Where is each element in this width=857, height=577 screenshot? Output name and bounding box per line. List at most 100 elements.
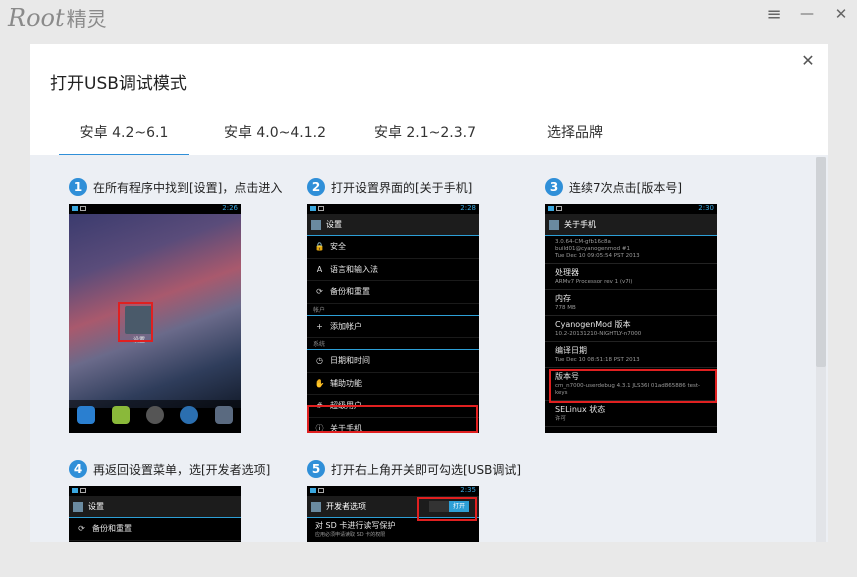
step-number: 1 bbox=[69, 178, 87, 196]
settings-row-backup: ⟳ 备份和重置 bbox=[307, 281, 479, 304]
scrollbar-thumb[interactable] bbox=[816, 157, 826, 367]
lock-icon: 🔒 bbox=[314, 242, 325, 252]
step-text: 连续7次点击[版本号] bbox=[569, 180, 682, 195]
settings-icon bbox=[311, 219, 321, 230]
step-2: 2 打开设置界面的[关于手机] bbox=[307, 178, 472, 196]
row-label: 备份和重置 bbox=[330, 287, 370, 297]
highlight-box bbox=[417, 497, 477, 521]
message-icon bbox=[111, 406, 130, 424]
item-value: 许可 bbox=[555, 416, 567, 422]
item-key: 编译日期 bbox=[555, 346, 587, 355]
screen-title: 设置 bbox=[326, 220, 342, 229]
about-item-memory: 内存 778 MB bbox=[545, 290, 717, 316]
about-item-cm-version: CyanogenMod 版本 10.2-20131210-NIGHTLY-n700… bbox=[545, 316, 717, 342]
step-number: 4 bbox=[69, 460, 87, 478]
usb-debug-dialog: ✕ 打开USB调试模式 安卓 4.2~6.1 安卓 4.0~4.1.2 安卓 2… bbox=[30, 44, 828, 542]
android-version-tabs: 安卓 4.2~6.1 安卓 4.0~4.1.2 安卓 2.1~2.3.7 选择品… bbox=[30, 116, 828, 156]
item-value: Tue Dec 10 08:51:18 PST 2013 bbox=[555, 357, 640, 363]
camera-icon bbox=[214, 406, 233, 424]
status-time: 2:35 bbox=[460, 486, 476, 494]
kernel-info: 3.0.64-CM-gfb16c8a build01@cyanogenmod #… bbox=[545, 236, 717, 264]
developer-row: 对 SD 卡进行读写保护 应用必须申请读取 SD 卡的权限 bbox=[307, 518, 479, 540]
settings-row-add-account: + 添加帐户 bbox=[307, 316, 479, 338]
settings-row-backup: ⟳ 备份和重置 bbox=[69, 518, 241, 541]
about-item-selinux: SELinux 状态 许可 bbox=[545, 401, 717, 427]
settings-row-accessibility: ✋ 辅助功能 bbox=[307, 373, 479, 395]
settings-row-date-time: ◷ 日期和时间 bbox=[307, 350, 479, 373]
section-header-account: 帐户 bbox=[307, 304, 479, 316]
scrollbar[interactable] bbox=[816, 157, 826, 542]
apps-icon bbox=[145, 406, 164, 424]
row-label: 语言和输入法 bbox=[330, 264, 378, 274]
step-text: 在所有程序中找到[设置]，点击进入 bbox=[93, 180, 283, 195]
row-label: 备份和重置 bbox=[92, 524, 132, 534]
item-key: 内存 bbox=[555, 294, 571, 303]
about-item-cpu: 处理器 ARMv7 Processor rev 1 (v7l) bbox=[545, 264, 717, 290]
step-text: 打开右上角开关即可勾选[USB调试] bbox=[331, 462, 521, 477]
step-5: 5 打开右上角开关即可勾选[USB调试] bbox=[307, 460, 521, 478]
language-icon: A bbox=[316, 264, 323, 274]
row-label: 日期和时间 bbox=[330, 356, 370, 366]
status-time: 2:26 bbox=[222, 204, 238, 212]
screen-title: 设置 bbox=[88, 502, 104, 511]
step-text: 再返回设置菜单，选[开发者选项] bbox=[93, 462, 271, 477]
item-value: 778 MB bbox=[555, 305, 576, 311]
phone-screenshot-developer: 2:35 开发者选项 打开 对 SD 卡进行读写保护 应用必须申请读取 SD 卡… bbox=[307, 486, 479, 542]
browser-icon bbox=[180, 406, 199, 424]
plus-icon: + bbox=[316, 321, 323, 331]
phone-screenshot-settings: 2:28 设置 🔒 安全 A 语言和输入法 ⟳ 备份和重置 帐户 + 添加帐户 系统 ◷… bbox=[307, 204, 479, 433]
highlight-box bbox=[307, 405, 478, 433]
row-label: 添加帐户 bbox=[330, 321, 362, 331]
app-logo: Root 精灵 bbox=[8, 3, 107, 32]
item-value: ARMv7 Processor rev 1 (v7l) bbox=[555, 279, 633, 285]
item-value: 10.2-20131210-NIGHTLY-n7000 bbox=[555, 331, 642, 337]
settings-icon bbox=[311, 501, 321, 512]
screen-title: 关于手机 bbox=[564, 220, 596, 229]
step-number: 2 bbox=[307, 178, 325, 196]
tab-android-4-0[interactable]: 安卓 4.0~4.1.2 bbox=[210, 116, 340, 156]
item-key: SELinux 状态 bbox=[555, 405, 606, 414]
section-header-system: 系统 bbox=[307, 338, 479, 350]
row-label: 辅助功能 bbox=[330, 378, 362, 388]
highlight-box bbox=[549, 369, 717, 403]
dialog-close-icon[interactable]: ✕ bbox=[798, 50, 818, 70]
row-label: 安全 bbox=[330, 242, 346, 252]
step-text: 打开设置界面的[关于手机] bbox=[331, 180, 473, 195]
settings-icon bbox=[73, 501, 83, 512]
step-4: 4 再返回设置菜单，选[开发者选项] bbox=[69, 460, 270, 478]
row-label: 对 SD 卡进行读写保护 bbox=[315, 521, 396, 530]
wallpaper bbox=[69, 214, 241, 408]
guide-content: 1 在所有程序中找到[设置]，点击进入 2 打开设置界面的[关于手机] 3 连续… bbox=[30, 155, 828, 542]
phone-screenshot-settings-return: 设置 ⟳ 备份和重置 bbox=[69, 486, 241, 542]
phone-icon bbox=[77, 406, 96, 424]
settings-icon bbox=[549, 219, 559, 230]
minimize-icon[interactable]: — bbox=[797, 4, 817, 24]
row-sublabel: 应用必须申请读取 SD 卡的权限 bbox=[315, 532, 386, 538]
logo-text-en: Root bbox=[8, 4, 65, 32]
status-time: 2:28 bbox=[460, 204, 476, 212]
close-icon[interactable]: ✕ bbox=[831, 4, 851, 24]
step-1: 1 在所有程序中找到[设置]，点击进入 bbox=[69, 178, 282, 196]
root-jingling-window: Root 精灵 ≡ — ✕ ✕ 打开USB调试模式 安卓 4.2~6.1 安卓 … bbox=[0, 0, 857, 577]
backup-icon: ⟳ bbox=[78, 524, 85, 534]
clock-icon: ◷ bbox=[316, 356, 323, 366]
menu-icon[interactable]: ≡ bbox=[764, 4, 784, 25]
backup-icon: ⟳ bbox=[316, 287, 323, 297]
phone-screenshot-about: 2:30 关于手机 3.0.64-CM-gfb16c8a build01@cya… bbox=[545, 204, 717, 433]
tab-select-brand[interactable]: 选择品牌 bbox=[510, 116, 640, 156]
logo-text-cn: 精灵 bbox=[66, 7, 107, 31]
tab-android-4-2[interactable]: 安卓 4.2~6.1 bbox=[59, 116, 189, 156]
step-number: 5 bbox=[307, 460, 325, 478]
step-3: 3 连续7次点击[版本号] bbox=[545, 178, 682, 196]
tab-android-2-1[interactable]: 安卓 2.1~2.3.7 bbox=[360, 116, 490, 156]
dock-bar bbox=[69, 400, 241, 430]
about-item-build-date: 编译日期 Tue Dec 10 08:51:18 PST 2013 bbox=[545, 342, 717, 368]
item-key: 处理器 bbox=[555, 268, 579, 277]
item-key: CyanogenMod 版本 bbox=[555, 320, 631, 329]
highlight-box bbox=[118, 302, 153, 342]
settings-row-language: A 语言和输入法 bbox=[307, 259, 479, 281]
hand-icon: ✋ bbox=[314, 378, 325, 388]
phone-screenshot-home: 2:26 设置 bbox=[69, 204, 241, 433]
screen-title: 开发者选项 bbox=[326, 502, 366, 511]
status-time: 2:30 bbox=[698, 204, 714, 212]
